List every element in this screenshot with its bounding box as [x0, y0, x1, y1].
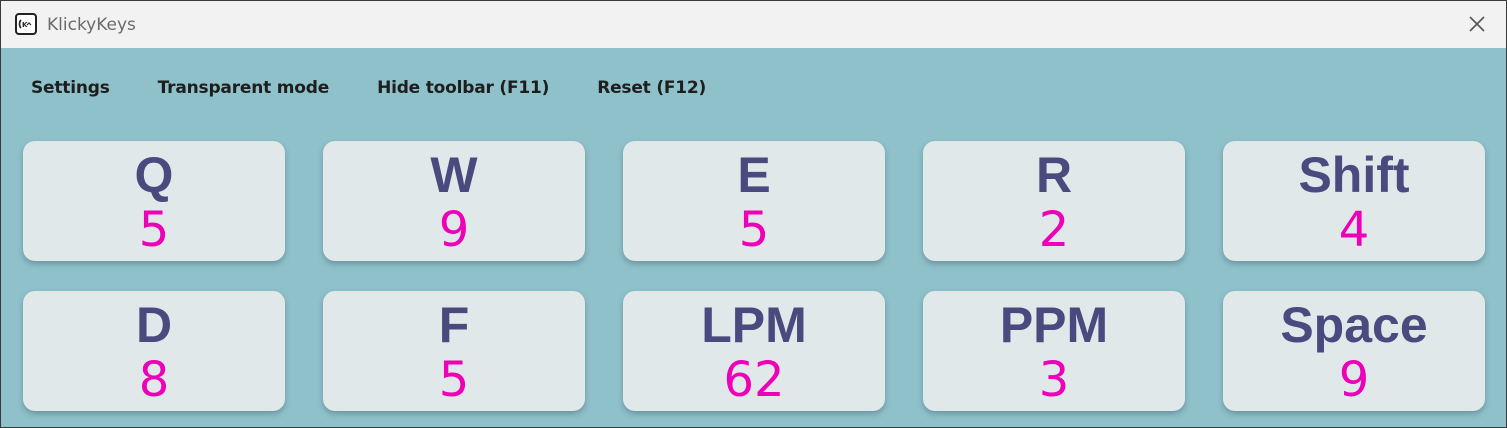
- key-count: 5: [738, 202, 770, 258]
- toolbar: Settings Transparent mode Hide toolbar (…: [31, 75, 754, 101]
- key-tile-w[interactable]: W 9: [323, 141, 585, 261]
- key-count: 2: [1038, 202, 1070, 258]
- key-label: LPM: [701, 297, 807, 353]
- key-label: E: [737, 147, 771, 203]
- key-count: 3: [1038, 352, 1070, 408]
- key-label: Q: [134, 147, 174, 203]
- hide-toolbar-button[interactable]: Hide toolbar (F11): [377, 78, 549, 98]
- key-tile-d[interactable]: D 8: [23, 291, 285, 411]
- key-label: PPM: [999, 297, 1109, 353]
- key-label: Space: [1280, 297, 1428, 353]
- reset-button[interactable]: Reset (F12): [597, 78, 706, 98]
- key-tile-q[interactable]: Q 5: [23, 141, 285, 261]
- settings-button[interactable]: Settings: [31, 78, 110, 98]
- key-count: 5: [438, 352, 470, 408]
- key-label: W: [430, 147, 478, 203]
- key-count: 5: [138, 202, 170, 258]
- key-label: Shift: [1298, 147, 1410, 203]
- key-label: D: [135, 297, 173, 353]
- key-tile-e[interactable]: E 5: [623, 141, 885, 261]
- key-count: 8: [138, 352, 170, 408]
- key-tile-space[interactable]: Space 9: [1223, 291, 1485, 411]
- close-button[interactable]: [1462, 9, 1492, 39]
- close-icon: [1469, 16, 1485, 32]
- key-tile-r[interactable]: R 2: [923, 141, 1185, 261]
- app-window: K KlickyKeys Settings Transparent mode H…: [0, 0, 1507, 428]
- key-grid: Q 5 W 9 E 5 R 2 Shift 4 D 8 F 5 LPM 62 P…: [23, 141, 1485, 411]
- key-tile-shift[interactable]: Shift 4: [1223, 141, 1485, 261]
- key-tile-f[interactable]: F 5: [323, 291, 585, 411]
- key-tile-ppm[interactable]: PPM 3: [923, 291, 1185, 411]
- app-icon: K: [15, 13, 37, 35]
- key-count: 4: [1338, 202, 1370, 258]
- key-tile-lpm[interactable]: LPM 62: [623, 291, 885, 411]
- title-bar[interactable]: K KlickyKeys: [1, 1, 1506, 49]
- key-count: 9: [1338, 352, 1370, 408]
- key-label: R: [1035, 147, 1073, 203]
- window-title: KlickyKeys: [47, 15, 136, 35]
- key-count: 9: [438, 202, 470, 258]
- transparent-mode-button[interactable]: Transparent mode: [158, 78, 330, 98]
- key-label: F: [438, 297, 470, 353]
- key-count: 62: [723, 352, 785, 408]
